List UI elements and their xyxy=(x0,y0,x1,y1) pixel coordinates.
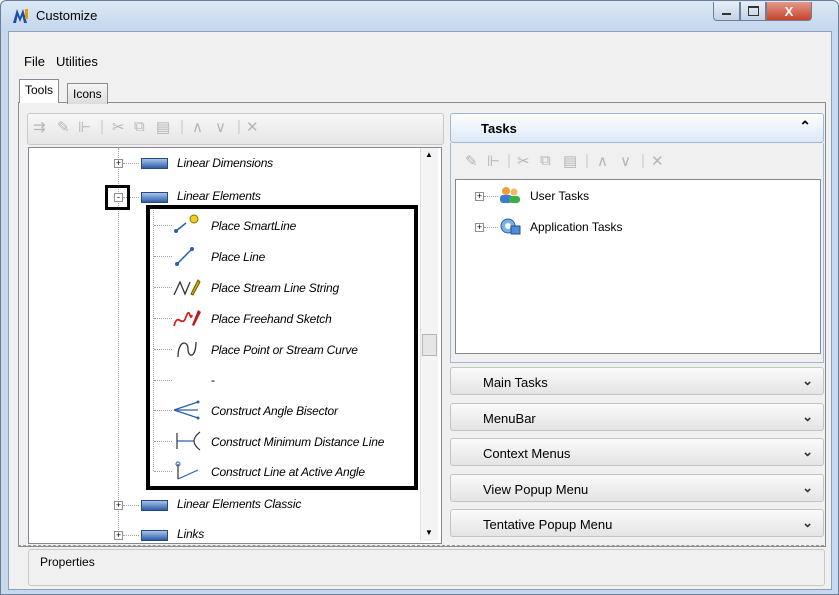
toolbar-separator: | xyxy=(100,118,104,135)
cut-icon[interactable]: ✂ xyxy=(517,152,530,170)
section-main-tasks[interactable]: Main Tasks ⌄ xyxy=(450,367,824,395)
section-label: Main Tasks xyxy=(483,375,548,390)
tasks-tree xyxy=(455,179,821,354)
delete-icon[interactable]: ✕ xyxy=(246,118,259,136)
tab-icons[interactable]: Icons xyxy=(67,83,108,104)
cut-icon[interactable]: ✂ xyxy=(112,118,125,136)
section-menubar[interactable]: MenuBar ⌄ xyxy=(450,403,824,431)
copy-icon[interactable]: ⧉ xyxy=(134,118,145,135)
move-down-icon[interactable]: ∨ xyxy=(215,118,226,136)
application-tasks-icon xyxy=(500,218,521,235)
close-icon: X xyxy=(784,3,794,19)
tree-label: Linear Dimensions xyxy=(177,156,273,170)
task-label: User Tasks xyxy=(530,189,590,203)
expand-icon[interactable]: + xyxy=(475,192,484,201)
edit-icon[interactable]: ⊩ xyxy=(487,152,500,170)
chevron-down-icon[interactable]: ⌄ xyxy=(802,480,813,496)
expand-icon[interactable]: + xyxy=(114,531,123,540)
scroll-up-icon[interactable]: ▲ xyxy=(425,150,433,159)
toolbar-separator: | xyxy=(507,152,511,169)
chevron-up-icon[interactable]: ⌃ xyxy=(799,118,811,135)
tree-connector xyxy=(484,227,498,228)
toolbar-separator: | xyxy=(641,152,645,169)
tree-label: Linear Elements Classic xyxy=(177,497,302,511)
toolbox-icon xyxy=(141,158,168,169)
highlight-box-tools xyxy=(146,205,418,490)
toolbox-icon xyxy=(141,192,168,203)
scroll-thumb[interactable] xyxy=(422,334,437,356)
wrench-icon[interactable]: ✎ xyxy=(57,118,70,136)
expand-icon[interactable]: + xyxy=(475,223,484,232)
move-up-icon[interactable]: ∧ xyxy=(192,118,203,136)
tab-tools[interactable]: Tools xyxy=(19,79,60,103)
delete-icon[interactable]: ✕ xyxy=(651,152,664,170)
highlight-box-collapse xyxy=(105,185,130,210)
section-context-menus[interactable]: Context Menus ⌄ xyxy=(450,438,824,466)
menu-file[interactable]: File xyxy=(24,54,45,69)
section-label: Context Menus xyxy=(483,446,571,461)
move-down-icon[interactable]: ∨ xyxy=(620,152,631,170)
toolbar-separator: | xyxy=(585,152,589,169)
maximize-icon xyxy=(747,6,759,16)
section-label: View Popup Menu xyxy=(483,482,589,497)
tree-connector xyxy=(123,535,139,536)
scroll-down-icon[interactable]: ▼ xyxy=(425,528,433,537)
maximize-button[interactable] xyxy=(740,2,766,21)
expand-icon[interactable]: + xyxy=(114,159,123,168)
new-task-icon[interactable]: ✎ xyxy=(465,152,478,170)
tasks-toolbar: ✎ ⊩ | ✂ ⧉ ▤ | ∧ ∨ | ✕ xyxy=(455,148,819,176)
toolbox-icon xyxy=(141,530,168,541)
toolbox-icon xyxy=(141,500,168,511)
tree-connector xyxy=(123,163,139,164)
move-up-icon[interactable]: ∧ xyxy=(597,152,608,170)
chevron-down-icon[interactable]: ⌄ xyxy=(802,409,813,425)
task-label: Application Tasks xyxy=(530,220,623,234)
section-view-popup-menu[interactable]: View Popup Menu ⌄ xyxy=(450,474,824,502)
properties-panel xyxy=(28,549,825,586)
tasks-title: Tasks xyxy=(481,121,517,136)
chevron-down-icon[interactable]: ⌄ xyxy=(802,444,813,460)
tree-connector xyxy=(484,196,498,197)
chevron-down-icon[interactable]: ⌄ xyxy=(802,373,813,389)
tree-scrollbar[interactable]: ▲ ▼ xyxy=(420,148,438,541)
users-icon xyxy=(500,187,520,203)
chevron-down-icon[interactable]: ⌄ xyxy=(802,515,813,531)
menu-utilities[interactable]: Utilities xyxy=(56,54,98,69)
tree-label: Links xyxy=(177,527,205,541)
minimize-button[interactable] xyxy=(713,2,740,21)
section-tentative-popup-menu[interactable]: Tentative Popup Menu ⌄ xyxy=(450,509,824,537)
section-label: Tentative Popup Menu xyxy=(483,517,613,532)
copy-icon[interactable]: ⧉ xyxy=(540,152,551,169)
tree-label: Linear Elements xyxy=(177,189,261,203)
tasks-header[interactable]: Tasks ⌃ xyxy=(450,113,824,143)
edit-icon[interactable]: ⊩ xyxy=(78,118,91,136)
toolbar-separator: | xyxy=(180,118,184,135)
properties-label: Properties xyxy=(38,555,97,569)
new-toolbox-icon[interactable]: ⇉ xyxy=(33,118,46,136)
section-label: MenuBar xyxy=(483,411,536,426)
window-title: Customize xyxy=(36,8,98,23)
close-button[interactable]: X xyxy=(766,2,812,21)
minimize-icon xyxy=(722,13,731,15)
toolbar-separator: | xyxy=(237,118,241,135)
expand-icon[interactable]: + xyxy=(114,501,123,510)
tree-connector xyxy=(123,505,139,506)
paste-icon[interactable]: ▤ xyxy=(563,152,577,170)
app-logo-icon xyxy=(13,9,28,23)
paste-icon[interactable]: ▤ xyxy=(156,118,170,136)
